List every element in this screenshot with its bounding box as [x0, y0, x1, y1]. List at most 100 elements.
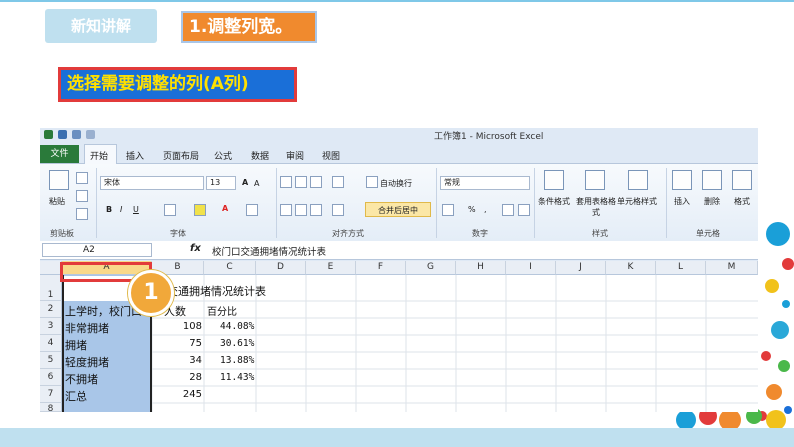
tab-formulas[interactable]: 公式 [214, 149, 232, 162]
cell-a2: 上学时，校门口 [65, 305, 142, 318]
tab-review[interactable]: 审阅 [286, 149, 304, 162]
number-format-select[interactable]: 常规 [440, 176, 530, 190]
select-all-corner[interactable] [40, 261, 62, 275]
tab-view[interactable]: 视图 [322, 149, 340, 162]
column-header-k[interactable]: K [606, 261, 656, 275]
font-grow-icon[interactable]: A [242, 178, 248, 187]
column-header-i[interactable]: I [506, 261, 556, 275]
wrap-text-icon[interactable] [366, 176, 378, 188]
column-header-f[interactable]: F [356, 261, 406, 275]
font-color-icon[interactable]: A [222, 204, 228, 213]
step-heading: 1.调整列宽。 [181, 11, 317, 43]
insert-cells-label[interactable]: 插入 [674, 196, 690, 207]
delete-cells-icon[interactable] [702, 170, 722, 190]
decrease-decimal-icon[interactable] [518, 204, 530, 216]
cell-count-row6: 28 [189, 372, 202, 383]
increase-decimal-icon[interactable] [502, 204, 514, 216]
italic-icon[interactable]: I [120, 205, 122, 214]
bold-icon[interactable]: B [106, 205, 112, 214]
delete-cells-label[interactable]: 删除 [704, 196, 720, 207]
orientation-icon[interactable] [332, 176, 344, 188]
row-header-3[interactable]: 3 [40, 318, 62, 335]
font-shrink-icon[interactable]: A [254, 179, 259, 188]
comma-icon[interactable]: , [484, 205, 487, 214]
row-header-2[interactable]: 2 [40, 301, 62, 318]
section-badge: 新知讲解 [45, 9, 157, 43]
conditional-format-label[interactable]: 条件格式 [538, 196, 570, 207]
cell-count-row4: 75 [189, 338, 202, 349]
fx-icon[interactable]: fx [190, 243, 201, 254]
column-header-c[interactable]: C [204, 261, 256, 275]
row-header-4[interactable]: 4 [40, 335, 62, 352]
divider [534, 168, 535, 238]
ribbon-tabs [40, 144, 758, 164]
undo-icon[interactable] [72, 130, 81, 139]
column-header-l[interactable]: L [656, 261, 706, 275]
font-size-select[interactable]: 13 [206, 176, 236, 190]
format-cells-icon[interactable] [732, 170, 752, 190]
save-icon[interactable] [58, 130, 67, 139]
align-left-icon[interactable] [280, 204, 292, 216]
tab-file[interactable]: 文件 [40, 145, 79, 163]
phonetic-icon[interactable] [246, 204, 258, 216]
format-cells-label[interactable]: 格式 [734, 196, 750, 207]
copy-icon[interactable] [76, 190, 88, 202]
column-header-j[interactable]: J [556, 261, 606, 275]
cell-total-label: 汇总 [65, 390, 87, 403]
table-format-icon[interactable] [585, 170, 605, 190]
align-right-icon[interactable] [310, 204, 322, 216]
tab-data[interactable]: 数据 [251, 149, 269, 162]
cell-title: 交通拥堵情况统计表 [167, 285, 266, 298]
column-header-m[interactable]: M [706, 261, 758, 275]
redo-icon[interactable] [86, 130, 95, 139]
cell-pct-row3: 44.08% [220, 321, 255, 332]
top-accent-line [0, 0, 794, 2]
row-header-1[interactable]: 1 [40, 275, 62, 301]
currency-icon[interactable] [442, 204, 454, 216]
group-alignment: 对齐方式 [332, 229, 364, 238]
column-header-h[interactable]: H [456, 261, 506, 275]
cell-label-row3: 非常拥堵 [65, 322, 109, 335]
border-icon[interactable] [164, 204, 176, 216]
fill-color-icon[interactable] [194, 204, 206, 216]
indent-icon[interactable] [332, 204, 344, 216]
align-top-icon[interactable] [280, 176, 292, 188]
align-bottom-icon[interactable] [310, 176, 322, 188]
formula-input[interactable]: 校门口交通拥堵情况统计表 [212, 244, 326, 258]
table-format-label[interactable]: 套用表格格式 [576, 196, 616, 218]
divider [666, 168, 667, 238]
merge-center-label[interactable]: 合并后居中 [378, 205, 418, 216]
divider [436, 168, 437, 238]
insert-cells-icon[interactable] [672, 170, 692, 190]
cell-pct-row5: 13.88% [220, 355, 255, 366]
cell-label-row6: 不拥堵 [65, 373, 98, 386]
row-header-6[interactable]: 6 [40, 369, 62, 386]
cell-pct-row6: 11.43% [220, 372, 255, 383]
align-middle-icon[interactable] [295, 176, 307, 188]
font-name-select[interactable]: 宋体 [100, 176, 204, 190]
tab-home[interactable]: 开始 [90, 149, 108, 162]
row-header-5[interactable]: 5 [40, 352, 62, 369]
column-header-d[interactable]: D [256, 261, 306, 275]
tab-insert[interactable]: 插入 [126, 149, 144, 162]
paste-icon[interactable] [49, 170, 69, 190]
row-header-8[interactable]: 8 [40, 403, 62, 412]
step-marker: 1 [128, 270, 174, 316]
cell-style-icon[interactable] [628, 170, 648, 190]
name-box[interactable]: A2 [42, 243, 152, 257]
format-painter-icon[interactable] [76, 208, 88, 220]
underline-icon[interactable]: U [133, 205, 139, 214]
column-header-e[interactable]: E [306, 261, 356, 275]
cut-icon[interactable] [76, 172, 88, 184]
cell-style-label[interactable]: 单元格样式 [617, 196, 657, 207]
percent-icon[interactable]: % [468, 205, 476, 214]
paste-label[interactable]: 粘贴 [49, 196, 65, 207]
conditional-format-icon[interactable] [544, 170, 564, 190]
column-header-g[interactable]: G [406, 261, 456, 275]
align-center-icon[interactable] [295, 204, 307, 216]
tab-page-layout[interactable]: 页面布局 [163, 149, 199, 162]
group-cells: 单元格 [696, 229, 720, 238]
group-styles: 样式 [592, 229, 608, 238]
wrap-text-label[interactable]: 自动换行 [380, 178, 412, 189]
row-header-7[interactable]: 7 [40, 386, 62, 403]
